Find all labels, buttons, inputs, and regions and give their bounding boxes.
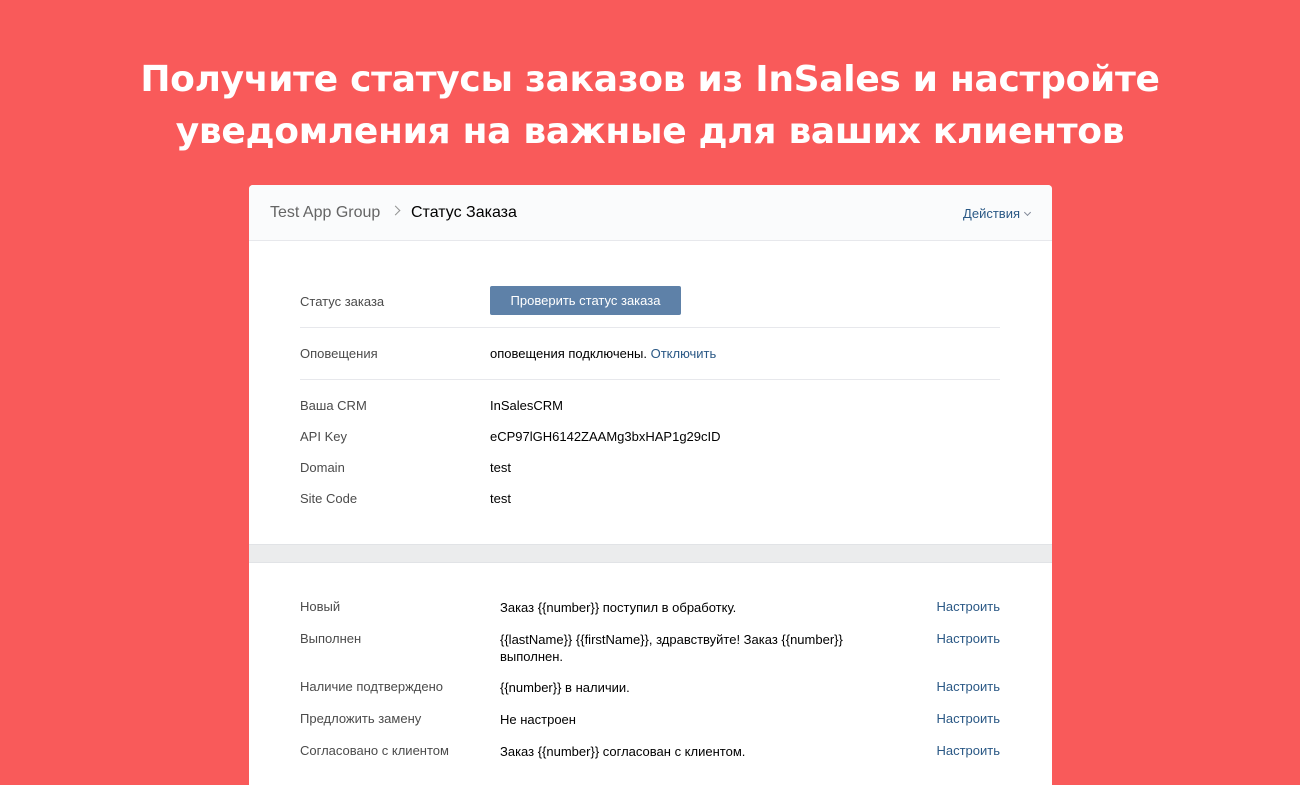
api-key-value: eCP97lGH6142ZAAMg3bxHAP1g29cID bbox=[490, 429, 721, 444]
configure-status-link[interactable]: Настроить bbox=[936, 679, 1000, 694]
notifications-value: оповещения подключены. Отключить bbox=[490, 346, 716, 361]
divider bbox=[300, 327, 1000, 328]
status-message: {{number}} в наличии. bbox=[500, 680, 630, 695]
configure-status-link[interactable]: Настроить bbox=[936, 711, 1000, 726]
notifications-label: Оповещения bbox=[300, 346, 378, 361]
domain-label: Domain bbox=[300, 460, 345, 475]
headline-line-2: уведомления на важные для ваших клиентов bbox=[175, 111, 1125, 152]
api-key-label: API Key bbox=[300, 429, 347, 444]
status-message: Заказ {{number}} согласован с клиентом. bbox=[500, 744, 746, 759]
disable-notifications-link[interactable]: Отключить bbox=[651, 346, 717, 361]
status-name: Наличие подтверждено bbox=[300, 679, 444, 694]
actions-label: Действия bbox=[963, 206, 1020, 221]
section-separator bbox=[249, 544, 1052, 563]
order-status-label: Статус заказа bbox=[300, 294, 385, 309]
breadcrumb-current: Статус Заказа bbox=[411, 204, 517, 221]
configure-status-link[interactable]: Настроить bbox=[936, 599, 1000, 614]
chevron-down-icon bbox=[1023, 208, 1032, 216]
configure-status-link[interactable]: Настроить bbox=[936, 743, 1000, 758]
site-code-value: test bbox=[490, 491, 511, 506]
status-name: Выполнен bbox=[300, 631, 362, 646]
chevron-right-icon bbox=[390, 205, 401, 216]
status-name: Новый bbox=[300, 599, 341, 614]
site-code-label: Site Code bbox=[300, 491, 358, 506]
status-name: Предложить замену bbox=[300, 711, 422, 726]
domain-value: test bbox=[490, 460, 511, 475]
divider bbox=[300, 379, 1000, 380]
configure-status-link[interactable]: Настроить bbox=[936, 631, 1000, 646]
actions-dropdown[interactable]: Действия bbox=[963, 206, 1032, 221]
status-name: Согласовано с клиентом bbox=[300, 743, 449, 758]
crm-label: Ваша CRM bbox=[300, 398, 367, 413]
status-message: Не настроен bbox=[500, 712, 576, 727]
notifications-status: оповещения подключены. bbox=[490, 346, 647, 361]
status-message: Заказ {{number}} поступил в обработку. bbox=[500, 600, 737, 615]
app-panel: Test App Group Статус Заказа Действия Ст… bbox=[249, 185, 1052, 785]
panel-header: Test App Group Статус Заказа Действия bbox=[249, 185, 1052, 241]
headline-line-1: Получите статусы заказов из InSales и на… bbox=[140, 59, 1160, 100]
status-message: {{lastName}} {{firstName}}, здравствуйте… bbox=[500, 632, 843, 664]
breadcrumb-root-link[interactable]: Test App Group bbox=[270, 204, 380, 222]
promo-headline: Получите статусы заказов из InSales и на… bbox=[0, 54, 1300, 158]
crm-value: InSalesCRM bbox=[490, 398, 563, 413]
check-order-status-button[interactable]: Проверить статус заказа bbox=[490, 286, 681, 315]
